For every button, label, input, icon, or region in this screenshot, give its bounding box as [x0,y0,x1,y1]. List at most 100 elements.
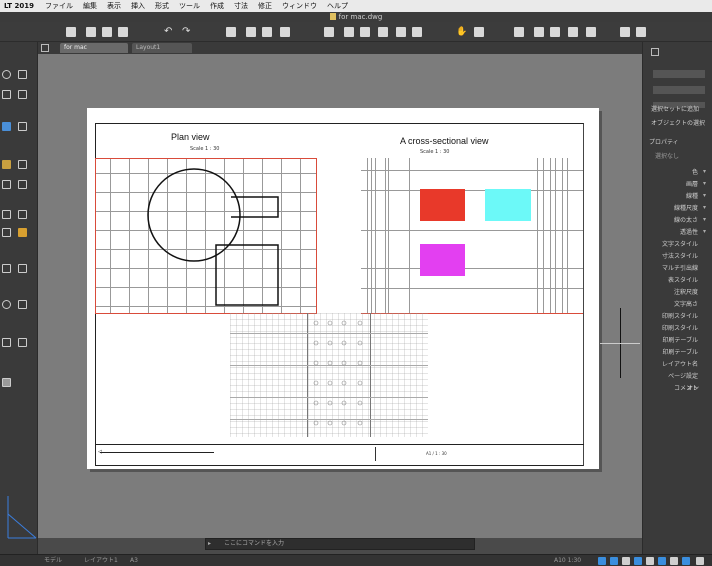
quick-select-label[interactable]: オブジェクトの選択 [651,118,705,127]
properties-icon[interactable] [514,27,524,37]
polar-toggle-icon[interactable] [634,557,642,565]
menu-view[interactable]: 表示 [102,1,126,11]
customize-status-icon[interactable] [696,557,704,565]
viewport-icon[interactable] [412,27,422,37]
trim-tool-icon[interactable] [2,228,11,237]
prop-lineweight[interactable]: 線の太さ [674,215,698,224]
undo-icon[interactable]: ↶ [164,27,174,37]
ortho-toggle-icon[interactable] [622,557,630,565]
leader-tool-icon[interactable] [18,264,27,273]
hatch-tool-icon[interactable] [2,122,11,131]
circle-snap-icon[interactable] [2,300,11,309]
tab-a3[interactable]: A3 [124,556,144,566]
sheet-set-icon[interactable] [568,27,578,37]
menu-file[interactable]: ファイル [40,1,78,11]
workspace-toggle-icon[interactable] [682,557,690,565]
palette-toggle-icon[interactable] [651,48,659,56]
chevron-down-icon[interactable]: ▾ [703,217,709,223]
menu-edit[interactable]: 編集 [78,1,102,11]
menu-modify[interactable]: 修正 [253,1,277,11]
paint-brush-icon[interactable] [18,160,27,169]
markup-icon[interactable] [586,27,596,37]
orbit-icon[interactable] [474,27,484,37]
chevron-down-icon[interactable]: ▾ [703,169,709,175]
grid-snap-icon[interactable] [18,300,27,309]
chevron-down-icon[interactable]: ▾ [703,229,709,235]
tool-palettes-icon[interactable] [550,27,560,37]
section-viewport[interactable] [361,158,583,314]
tab-model[interactable]: モデル [38,556,68,566]
prop-page-setup[interactable]: ページ設定 [668,371,698,380]
add-selection-label[interactable]: 選択セットに追加 [651,104,699,113]
save-as-icon[interactable] [118,27,128,37]
prop-plot-style[interactable]: 印刷スタイル [662,311,698,320]
prop-layout-name[interactable]: レイアウト名 [662,359,698,368]
snap-toggle-icon[interactable] [610,557,618,565]
dimension-tool-icon[interactable] [2,264,11,273]
design-center-icon[interactable] [534,27,544,37]
prop-linetype-scale[interactable]: 線種尺度 [674,203,698,212]
pan-hand-icon[interactable]: ✋ [456,27,467,37]
rectangle-tool-icon[interactable] [18,70,27,79]
transparency-toggle-icon[interactable] [670,557,678,565]
prop-plot-table[interactable]: 印刷テーブル [662,335,698,344]
prop-layer[interactable]: 画層 [686,179,698,188]
zoom-previous-icon[interactable] [360,27,370,37]
polyline-tool-icon[interactable] [18,90,27,99]
annotation-scale[interactable]: A10 1:30 [548,556,587,566]
match-properties-icon[interactable] [2,160,11,169]
prop-color[interactable]: 色 [692,167,698,176]
menu-dimension[interactable]: 寸法 [229,1,253,11]
prop-table-style[interactable]: 表スタイル [668,275,698,284]
move-tool-icon[interactable] [2,180,11,189]
plan-viewport[interactable] [95,158,317,314]
measure-tool-icon[interactable] [2,338,11,347]
workspace-icon[interactable] [636,27,646,37]
open-file-icon[interactable] [86,27,96,37]
match-layer-icon[interactable] [262,27,272,37]
layer-off-icon[interactable] [280,27,290,37]
regen-icon[interactable] [396,27,406,37]
prop-mleader[interactable]: マルチ引出線 [662,263,698,272]
prop-linetype[interactable]: 線種 [686,191,698,200]
lineweight-toggle-icon[interactable] [658,557,666,565]
zoom-extents-icon[interactable] [344,27,354,37]
menu-help[interactable]: ヘルプ [322,1,353,11]
prop-text-height[interactable]: 文字高さ [674,299,698,308]
chevron-down-icon[interactable]: ▾ [703,205,709,211]
prop-transparency[interactable]: 透過性 [680,227,698,236]
layer-state-icon[interactable] [246,27,256,37]
zoom-realtime-icon[interactable] [378,27,388,37]
menu-format[interactable]: 形式 [150,1,174,11]
menu-tools[interactable]: ツール [174,1,205,11]
menu-window[interactable]: ウィンドウ [277,1,322,11]
prop-annotation-scale[interactable]: 注釈尺度 [674,287,698,296]
block-insert-icon[interactable] [2,378,11,387]
tab-layout1[interactable]: Layout1 [132,43,192,53]
layer-properties-icon[interactable] [226,27,236,37]
redo-icon[interactable]: ↷ [182,27,192,37]
tab-for-mac[interactable]: for mac [60,43,128,53]
prop-dim-style[interactable]: 寸法スタイル [662,251,698,260]
calculator-icon[interactable] [620,27,630,37]
line-tool-icon[interactable] [2,90,11,99]
circle-tool-icon[interactable] [2,70,11,79]
prop-plot-table-2[interactable]: 印刷テーブル [662,347,698,356]
array-tool-icon[interactable] [18,210,27,219]
warning-tool-icon[interactable] [18,228,27,237]
chevron-down-icon[interactable]: ▾ [703,193,709,199]
grid-toggle-icon[interactable] [598,557,606,565]
tab-layout-1[interactable]: レイアウト1 [78,556,124,566]
mirror-tool-icon[interactable] [2,210,11,219]
osnap-toggle-icon[interactable] [646,557,654,565]
menu-insert[interactable]: 挿入 [126,1,150,11]
new-file-icon[interactable] [66,27,76,37]
prop-text-style[interactable]: 文字スタイル [662,239,698,248]
prop-plot-style-2[interactable]: 印刷スタイル [662,323,698,332]
zoom-window-icon[interactable] [324,27,334,37]
detail-viewport[interactable] [230,313,428,437]
app-name[interactable]: LT 2019 [0,2,40,10]
copy-tool-icon[interactable] [18,180,27,189]
no-selection-label[interactable]: 選択なし [655,151,679,160]
chevron-down-icon[interactable]: ▾ [703,181,709,187]
